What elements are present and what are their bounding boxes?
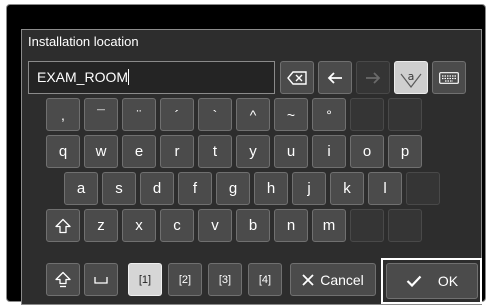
key-x[interactable]: x [122, 209, 156, 242]
key-g[interactable]: g [216, 172, 250, 205]
shift-key[interactable] [46, 209, 80, 242]
dialog-title: Installation location [28, 34, 139, 49]
key-macron[interactable]: ¯ [84, 98, 118, 131]
text-input-value: EXAM_ROOM [37, 69, 129, 85]
key-diaeresis[interactable]: ¨ [122, 98, 156, 131]
key-empty [350, 209, 384, 242]
ok-button[interactable]: OK [386, 263, 478, 299]
device-screen: Installation location EXAM_ROOM a , ¯ ¨ … [6, 4, 486, 305]
backspace-icon [287, 70, 307, 85]
key-v[interactable]: v [198, 209, 232, 242]
character-mode-button[interactable]: a [394, 61, 428, 94]
cancel-button-label: Cancel [320, 271, 364, 288]
key-q[interactable]: q [46, 135, 80, 168]
key-u[interactable]: u [274, 135, 308, 168]
backspace-button[interactable] [280, 61, 314, 94]
key-n[interactable]: n [274, 209, 308, 242]
shift-icon [55, 218, 71, 233]
page-4-key[interactable]: [4] [248, 263, 282, 296]
caps-lock-key[interactable] [46, 263, 80, 296]
key-circumflex[interactable]: ^ [236, 98, 270, 131]
key-j[interactable]: j [292, 172, 326, 205]
key-comma[interactable]: , [46, 98, 80, 131]
key-ring[interactable]: ° [312, 98, 346, 131]
key-r[interactable]: r [160, 135, 194, 168]
key-e[interactable]: e [122, 135, 156, 168]
arrow-left-icon [327, 71, 342, 84]
text-cursor [128, 69, 130, 85]
svg-text:a: a [408, 70, 415, 83]
key-w[interactable]: w [84, 135, 118, 168]
key-k[interactable]: k [330, 172, 364, 205]
checkmark-icon [406, 275, 422, 287]
key-tilde[interactable]: ~ [274, 98, 308, 131]
key-l[interactable]: l [368, 172, 402, 205]
key-f[interactable]: f [178, 172, 212, 205]
key-empty [388, 209, 422, 242]
key-h[interactable]: h [254, 172, 288, 205]
caps-lock-icon [55, 271, 71, 288]
key-s[interactable]: s [102, 172, 136, 205]
character-mode-icon: a [400, 70, 422, 88]
key-d[interactable]: d [140, 172, 174, 205]
cancel-button[interactable]: Cancel [290, 263, 376, 296]
space-key[interactable] [84, 263, 118, 296]
key-empty [350, 98, 384, 131]
cursor-right-button[interactable] [356, 61, 390, 94]
key-t[interactable]: t [198, 135, 232, 168]
text-input[interactable]: EXAM_ROOM [28, 61, 275, 94]
key-m[interactable]: m [312, 209, 346, 242]
cursor-left-button[interactable] [318, 61, 352, 94]
space-icon [94, 276, 108, 284]
key-o[interactable]: o [350, 135, 384, 168]
ok-button-label: OK [437, 273, 459, 289]
key-empty [406, 172, 440, 205]
key-grave[interactable]: ` [198, 98, 232, 131]
key-z[interactable]: z [84, 209, 118, 242]
text-entry-dialog: Installation location EXAM_ROOM a , ¯ ¨ … [21, 29, 482, 305]
page-3-key[interactable]: [3] [208, 263, 242, 296]
keyboard-icon [439, 71, 459, 84]
close-icon [302, 273, 314, 286]
key-i[interactable]: i [312, 135, 346, 168]
key-a[interactable]: a [64, 172, 98, 205]
key-y[interactable]: y [236, 135, 270, 168]
key-empty [388, 98, 422, 131]
key-c[interactable]: c [160, 209, 194, 242]
key-b[interactable]: b [236, 209, 270, 242]
key-p[interactable]: p [388, 135, 422, 168]
page-1-key[interactable]: [1] [128, 263, 162, 296]
keyboard-layout-button[interactable] [432, 61, 466, 94]
key-acute[interactable]: ´ [160, 98, 194, 131]
page-2-key[interactable]: [2] [168, 263, 202, 296]
arrow-right-icon [366, 71, 381, 84]
